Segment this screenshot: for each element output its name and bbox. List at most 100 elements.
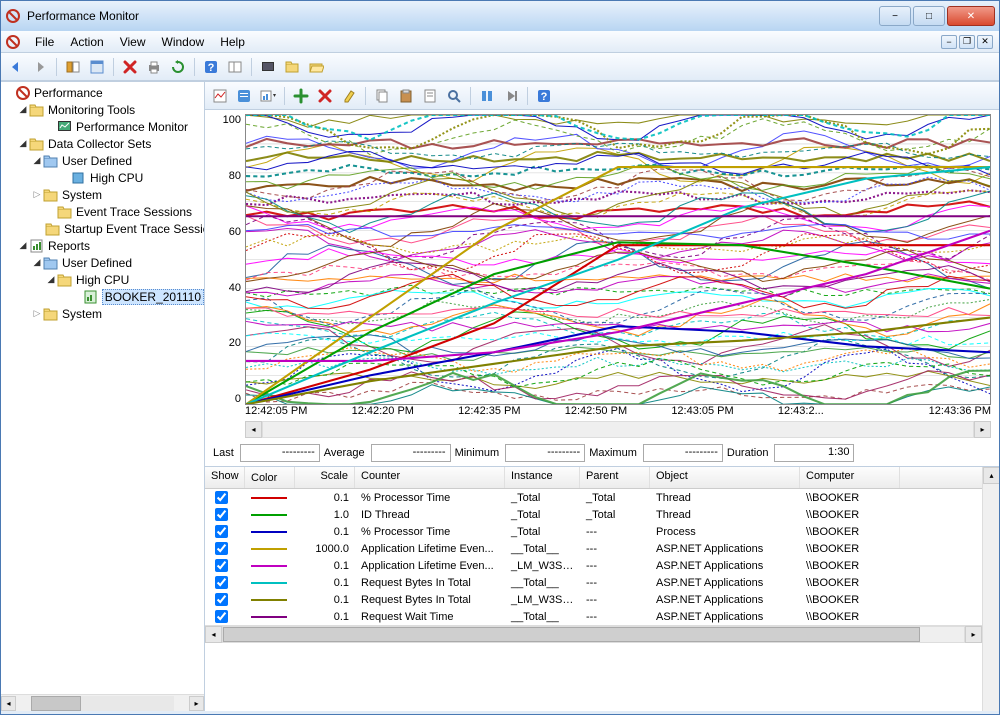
scroll-left-button[interactable]: ◂ xyxy=(1,696,16,711)
highlight-button[interactable] xyxy=(338,85,360,107)
col-instance[interactable]: Instance xyxy=(505,467,580,488)
menu-action[interactable]: Action xyxy=(62,33,111,51)
tree-node[interactable]: ▷ System xyxy=(1,186,204,203)
tree-label[interactable]: High CPU xyxy=(76,273,129,287)
forward-button[interactable] xyxy=(29,56,51,78)
col-show[interactable]: Show xyxy=(205,467,245,488)
counter-table-header[interactable]: Show Color Scale Counter Instance Parent… xyxy=(205,467,982,489)
table-row[interactable]: 1000.0Application Lifetime Even...__Tota… xyxy=(205,540,982,557)
tree-label[interactable]: Event Trace Sessions xyxy=(76,205,192,219)
show-hide-tree-button[interactable] xyxy=(62,56,84,78)
menu-window[interactable]: Window xyxy=(154,33,213,51)
tree-label[interactable]: BOOKER_201110 xyxy=(102,289,204,305)
counter-table-body[interactable]: 0.1% Processor Time_Total_TotalThread\\B… xyxy=(205,489,982,625)
tree-label[interactable]: Startup Event Trace Sessions xyxy=(64,222,204,236)
tree-node[interactable]: ◢ Monitoring Tools xyxy=(1,101,204,118)
refresh-button[interactable] xyxy=(167,56,189,78)
tree-label[interactable]: Reports xyxy=(48,239,90,253)
col-counter[interactable]: Counter xyxy=(355,467,505,488)
col-scale[interactable]: Scale xyxy=(295,467,355,488)
tree-label[interactable]: Performance Monitor xyxy=(76,120,188,134)
tree-node[interactable]: ◢ User Defined xyxy=(1,152,204,169)
copy-button[interactable] xyxy=(371,85,393,107)
counter-hscroll[interactable]: ◂ ▸ xyxy=(205,625,982,642)
mdi-close-button[interactable]: ✕ xyxy=(977,35,993,49)
tree-label[interactable]: User Defined xyxy=(62,256,132,270)
freeze-display-button[interactable] xyxy=(476,85,498,107)
chart-hscroll[interactable]: ◂ ▸ xyxy=(245,421,991,438)
chart-help-button[interactable]: ? xyxy=(533,85,555,107)
col-computer[interactable]: Computer xyxy=(800,467,900,488)
tree-label[interactable]: Performance xyxy=(34,86,103,100)
toolbar-layout-button[interactable] xyxy=(86,56,108,78)
tree-node[interactable]: High CPU xyxy=(1,169,204,186)
chart-scroll-left-button[interactable]: ◂ xyxy=(245,421,262,438)
chart-canvas[interactable] xyxy=(245,114,991,405)
tree-node[interactable]: ◢ User Defined xyxy=(1,254,204,271)
tree-label[interactable]: Data Collector Sets xyxy=(48,137,151,151)
tree-hscroll[interactable]: ◂ ▸ xyxy=(1,694,204,711)
close-button[interactable]: ✕ xyxy=(947,6,995,26)
counter-scroll-up-button[interactable]: ▴ xyxy=(983,467,999,484)
view-log-data-button[interactable] xyxy=(233,85,255,107)
tree-expander[interactable]: ◢ xyxy=(17,240,29,251)
counter-scroll-left-button[interactable]: ◂ xyxy=(205,626,222,643)
back-button[interactable] xyxy=(5,56,27,78)
tree-node[interactable]: Startup Event Trace Sessions xyxy=(1,220,204,237)
col-color[interactable]: Color xyxy=(245,467,295,488)
tree-node[interactable]: ◢ Reports xyxy=(1,237,204,254)
paste-button[interactable] xyxy=(395,85,417,107)
tree-expander[interactable]: ◢ xyxy=(31,155,43,166)
chart-scroll-right-button[interactable]: ▸ xyxy=(974,421,991,438)
delete-button[interactable] xyxy=(119,56,141,78)
tree-expander[interactable]: ◢ xyxy=(17,104,29,115)
view-current-activity-button[interactable] xyxy=(209,85,231,107)
properties-button[interactable] xyxy=(419,85,441,107)
menu-view[interactable]: View xyxy=(112,33,154,51)
tree-label[interactable]: Monitoring Tools xyxy=(48,103,135,117)
table-row[interactable]: 0.1Application Lifetime Even..._LM_W3SV.… xyxy=(205,557,982,574)
table-row[interactable]: 0.1Request Bytes In Total__Total__---ASP… xyxy=(205,574,982,591)
update-data-button[interactable] xyxy=(500,85,522,107)
tree-label[interactable]: User Defined xyxy=(62,154,132,168)
table-row[interactable]: 0.1% Processor Time_Total_TotalThread\\B… xyxy=(205,489,982,506)
toolbar-view-button[interactable] xyxy=(224,56,246,78)
tree-node[interactable]: Performance xyxy=(1,84,204,101)
maximize-button[interactable]: □ xyxy=(913,6,945,26)
print-icon[interactable] xyxy=(143,56,165,78)
tree-node[interactable]: Event Trace Sessions xyxy=(1,203,204,220)
delete-counter-button[interactable] xyxy=(314,85,336,107)
new-folder-button[interactable] xyxy=(281,56,303,78)
tree-node[interactable]: Performance Monitor xyxy=(1,118,204,135)
tree-expander[interactable]: ◢ xyxy=(45,274,57,285)
col-parent[interactable]: Parent xyxy=(580,467,650,488)
zoom-button[interactable] xyxy=(443,85,465,107)
show-checkbox[interactable] xyxy=(205,607,245,625)
add-counter-button[interactable] xyxy=(290,85,312,107)
tree-label[interactable]: System xyxy=(62,188,102,202)
tree-node[interactable]: BOOKER_201110 xyxy=(1,288,204,305)
tree-node[interactable]: ◢ High CPU xyxy=(1,271,204,288)
col-object[interactable]: Object xyxy=(650,467,800,488)
open-folder-button[interactable] xyxy=(305,56,327,78)
table-row[interactable]: 0.1Request Wait Time__Total__---ASP.NET … xyxy=(205,608,982,625)
counter-scroll-right-button[interactable]: ▸ xyxy=(965,626,982,643)
tree-expander[interactable]: ▷ xyxy=(31,308,43,319)
navigation-tree[interactable]: Performance ◢ Monitoring Tools Performance … xyxy=(1,82,204,694)
mdi-restore-button[interactable]: ❐ xyxy=(959,35,975,49)
tree-node[interactable]: ◢ Data Collector Sets xyxy=(1,135,204,152)
counter-vscroll[interactable]: ▴ xyxy=(982,467,999,711)
table-row[interactable]: 0.1Request Bytes In Total_LM_W3SV...---A… xyxy=(205,591,982,608)
change-graph-type-button[interactable] xyxy=(257,85,279,107)
minimize-button[interactable]: − xyxy=(879,6,911,26)
toolbar-display-button[interactable] xyxy=(257,56,279,78)
tree-label[interactable]: High CPU xyxy=(90,171,143,185)
tree-expander[interactable]: ◢ xyxy=(31,257,43,268)
table-row[interactable]: 1.0ID Thread_Total_TotalThread\\BOOKER xyxy=(205,506,982,523)
scroll-right-button[interactable]: ▸ xyxy=(189,696,204,711)
tree-expander[interactable]: ▷ xyxy=(31,189,43,200)
menu-help[interactable]: Help xyxy=(212,33,253,51)
tree-label[interactable]: System xyxy=(62,307,102,321)
tree-expander[interactable]: ◢ xyxy=(17,138,29,149)
table-row[interactable]: 0.1% Processor Time_Total---Process\\BOO… xyxy=(205,523,982,540)
